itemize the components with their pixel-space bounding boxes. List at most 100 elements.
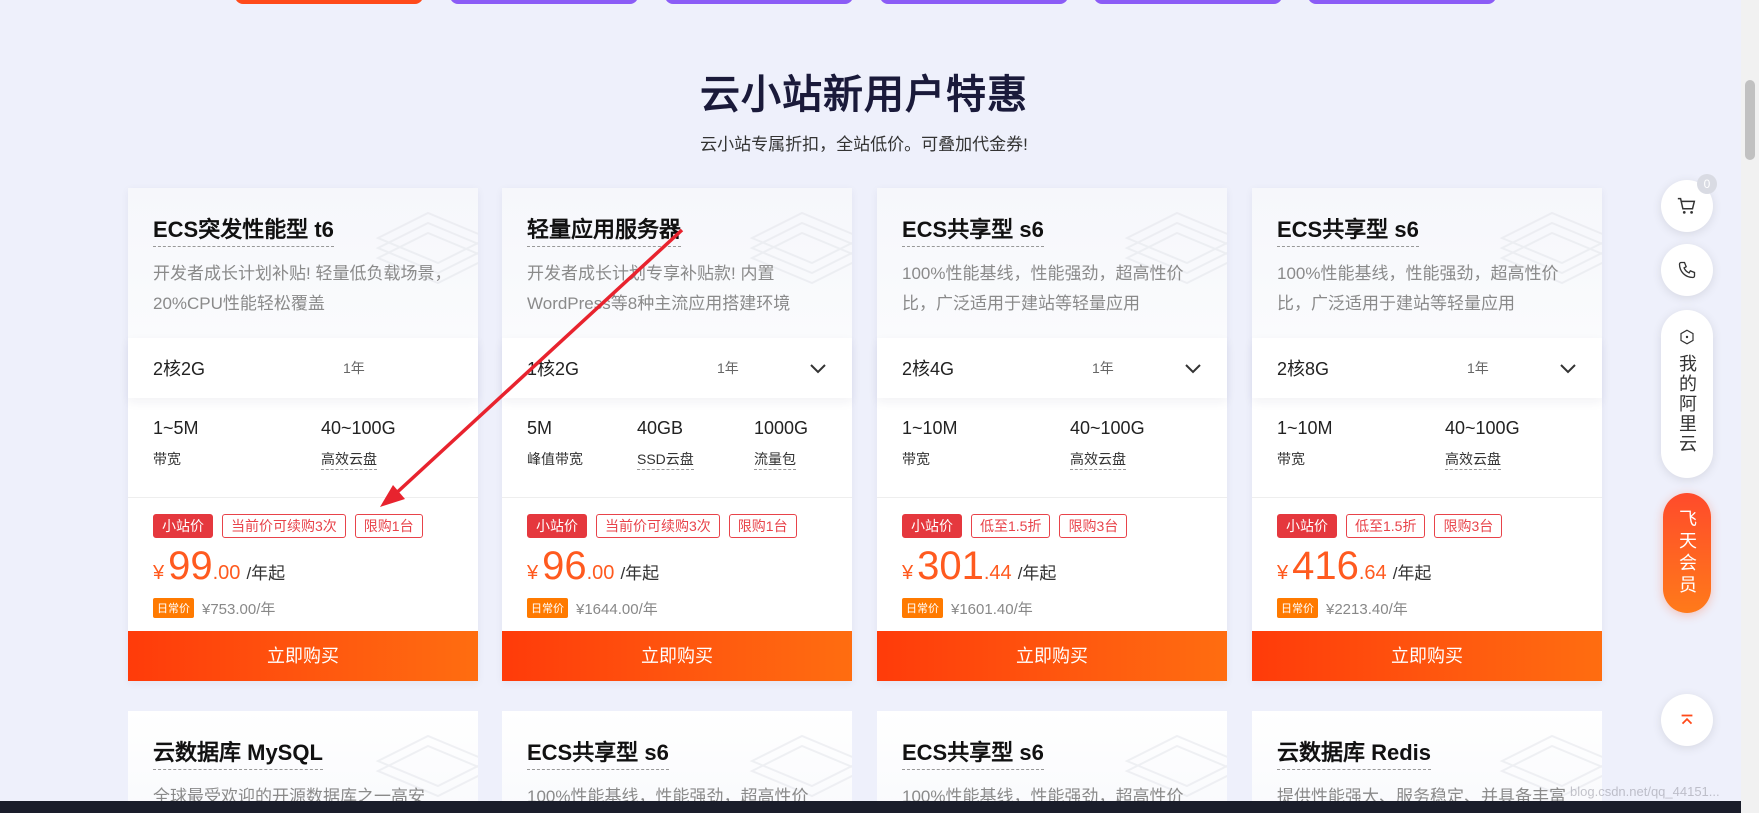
- tag-badge: 小站价: [902, 514, 962, 538]
- price-decimal: .00: [212, 562, 241, 584]
- original-price-row: 日常价 ¥1644.00/年: [502, 585, 852, 631]
- spec-selector[interactable]: 2核8G 1年: [1252, 338, 1602, 398]
- param-label[interactable]: SSD云盘: [637, 449, 694, 470]
- card-description: 开发者成长计划补贴! 轻量低负载场景，20%CPU性能轻松覆盖: [153, 264, 452, 313]
- card-title[interactable]: 云数据库 Redis: [1277, 735, 1432, 770]
- taskbar: [0, 801, 1741, 813]
- chevron-down-icon[interactable]: [808, 358, 828, 378]
- tag-badge: 低至1.5折: [971, 514, 1051, 538]
- param-item: 40~100G 高效云盘: [321, 418, 396, 497]
- param-item: 1~5M 带宽: [153, 418, 321, 497]
- phone-button[interactable]: [1661, 244, 1713, 296]
- spec-config: 2核4G: [902, 359, 955, 379]
- param-item: 5M 峰值带宽: [527, 418, 637, 497]
- price-row: ¥ 99 .00 /年起: [128, 544, 478, 588]
- params-row: 5M 峰值带宽 40GB SSD云盘 1000G 流量包: [502, 398, 852, 498]
- params-row: 1~10M 带宽 40~100G 高效云盘: [1252, 398, 1602, 498]
- card-title[interactable]: ECS共享型 s6: [1277, 212, 1419, 247]
- product-card: ECS共享型 s6 100%性能基线，性能强劲，超高性价比，广泛适用于建站等轻量…: [877, 188, 1227, 681]
- cart-count-badge: 0: [1697, 174, 1717, 194]
- param-value: 1~5M: [153, 418, 199, 438]
- original-price-row: 日常价 ¥1601.40/年: [877, 585, 1227, 631]
- card-title[interactable]: 轻量应用服务器: [527, 212, 682, 247]
- param-label: 带宽: [902, 451, 930, 467]
- param-value: 1~10M: [1277, 418, 1333, 438]
- original-price: ¥753.00/年: [202, 600, 276, 618]
- card-title[interactable]: 云数据库 MySQL: [153, 735, 323, 770]
- top-button-2[interactable]: [450, 0, 638, 4]
- original-price: ¥1601.40/年: [951, 600, 1033, 618]
- param-item: 1000G 流量包: [754, 418, 808, 497]
- product-card: 云数据库 Redis 提供性能强大、服务稳定、并具备丰富: [1252, 711, 1602, 813]
- member-button[interactable]: 飞天会员: [1663, 493, 1711, 613]
- section-subtitle: 云小站专属折扣，全站低价。可叠加代金券!: [700, 135, 1028, 154]
- watermark: blog.csdn.net/qq_44151...: [1570, 784, 1720, 799]
- top-button-5[interactable]: [1094, 0, 1282, 4]
- cart-button[interactable]: 0: [1661, 174, 1717, 232]
- daily-price-badge: 日常价: [153, 598, 194, 618]
- spec-selector[interactable]: 2核4G 1年: [877, 338, 1227, 398]
- card-title[interactable]: ECS突发性能型 t6: [153, 212, 334, 247]
- spec-period: 1年: [343, 360, 365, 376]
- price-integer: 99: [168, 544, 213, 588]
- product-card: 轻量应用服务器 开发者成长计划专享补贴款! 内置WordPress等8种主流应用…: [502, 188, 852, 681]
- spec-config: 1核2G: [527, 359, 580, 379]
- top-button-3[interactable]: [665, 0, 853, 4]
- tag-row: 小站价 低至1.5折 限购3台: [1252, 498, 1602, 547]
- top-button-row: [0, 0, 1759, 4]
- spec-config: 2核8G: [1277, 359, 1330, 379]
- page-scrollbar[interactable]: [1741, 0, 1759, 813]
- cube-icon: [1680, 329, 1694, 345]
- spec-selector[interactable]: 1核2G 1年: [502, 338, 852, 398]
- param-value: 1~10M: [902, 418, 958, 438]
- tag-badge: 小站价: [153, 514, 213, 538]
- scrollbar-thumb[interactable]: [1745, 80, 1755, 160]
- top-button-6[interactable]: [1308, 0, 1496, 4]
- card-title[interactable]: ECS共享型 s6: [527, 735, 669, 770]
- tag-badge: 限购3台: [1059, 514, 1128, 538]
- card-title[interactable]: ECS共享型 s6: [902, 212, 1044, 247]
- param-value: 40GB: [637, 418, 684, 438]
- price-integer: 96: [542, 544, 587, 588]
- top-button-1[interactable]: [235, 0, 423, 4]
- price-row: ¥ 96 .00 /年起: [502, 544, 852, 588]
- buy-now-button[interactable]: 立即购买: [128, 631, 478, 681]
- param-label[interactable]: 高效云盘: [1445, 449, 1501, 470]
- price-decimal: .44: [983, 562, 1012, 584]
- price-currency: ¥: [1277, 562, 1289, 584]
- card-description: 100%性能基线，性能强劲，超高性价比，广泛适用于建站等轻量应用: [902, 264, 1184, 313]
- tag-badge: 限购1台: [728, 514, 797, 538]
- param-label[interactable]: 高效云盘: [1070, 449, 1126, 470]
- param-value: 40~100G: [1070, 418, 1145, 438]
- chevron-down-icon[interactable]: [1558, 358, 1578, 378]
- param-label: 带宽: [153, 451, 181, 467]
- card-title[interactable]: ECS共享型 s6: [902, 735, 1044, 770]
- param-label: 峰值带宽: [527, 451, 583, 467]
- param-value: 5M: [527, 418, 553, 438]
- my-aliyun-button[interactable]: 我的阿里云: [1661, 310, 1713, 478]
- buy-now-button[interactable]: 立即购买: [1252, 631, 1602, 681]
- param-label[interactable]: 高效云盘: [321, 449, 377, 470]
- product-card: 云数据库 MySQL 全球最受欢迎的开源数据库之一高安: [128, 711, 478, 813]
- daily-price-badge: 日常价: [902, 598, 943, 618]
- param-value: 1000G: [754, 418, 809, 438]
- daily-price-badge: 日常价: [1277, 598, 1318, 618]
- product-card: ECS共享型 s6 100%性能基线，性能强劲，超高性价: [877, 711, 1227, 813]
- buy-now-button[interactable]: 立即购买: [877, 631, 1227, 681]
- buy-now-button[interactable]: 立即购买: [502, 631, 852, 681]
- product-card: ECS突发性能型 t6 开发者成长计划补贴! 轻量低负载场景，20%CPU性能轻…: [128, 188, 478, 681]
- chevron-up-double-icon: [1681, 714, 1693, 725]
- back-to-top-button[interactable]: [1661, 694, 1713, 746]
- my-aliyun-label: 我的阿里云: [1677, 354, 1697, 454]
- original-price-row: 日常价 ¥753.00/年: [128, 585, 478, 631]
- product-card: ECS共享型 s6 100%性能基线，性能强劲，超高性价: [502, 711, 852, 813]
- spec-period: 1年: [1092, 360, 1114, 376]
- card-header: ECS共享型 s6 100%性能基线，性能强劲，超高性价: [877, 711, 1227, 812]
- param-label[interactable]: 流量包: [754, 449, 796, 470]
- original-price: ¥2213.40/年: [1326, 600, 1408, 618]
- price-integer: 301: [917, 544, 984, 588]
- section-title: 云小站新用户特惠: [700, 73, 1028, 117]
- top-button-4[interactable]: [880, 0, 1068, 4]
- chevron-down-icon[interactable]: [1183, 358, 1203, 378]
- spec-selector[interactable]: 2核2G 1年: [128, 338, 478, 398]
